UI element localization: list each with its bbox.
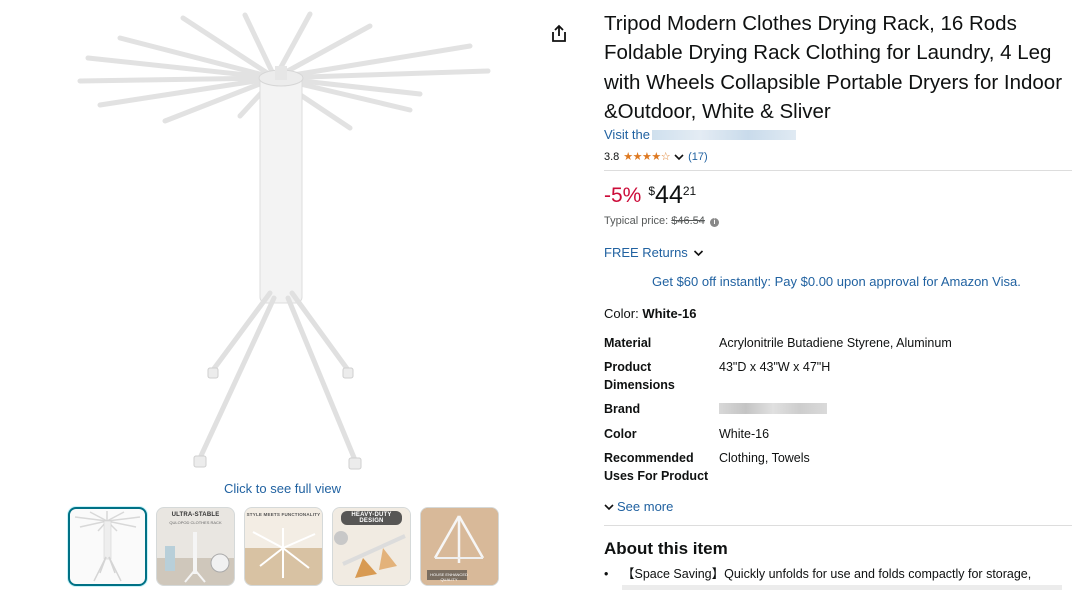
clipped-spec-row [604,489,804,495]
spec-row: Product Dimensions 43"D x 43"W x 47"H [604,360,831,392]
chevron-down-icon [604,504,614,511]
chevron-down-icon[interactable] [674,153,684,161]
spec-row: Color White-16 [604,427,770,441]
visa-promo-link[interactable]: Get $60 off instantly: Pay $0.00 upon ap… [652,274,1021,289]
thumbnail-image [74,511,141,582]
redacted-brand-name [719,403,827,414]
thumbnail-image [157,532,234,585]
media-gallery: Click to see full view ULTRA-STABLE QULO… [0,0,560,590]
free-returns-link[interactable]: FREE Returns [604,245,704,260]
rating-count[interactable]: (17) [688,151,708,163]
spec-row: Brand [604,400,1072,419]
typical-price: Typical price: $46.54 i [604,215,719,227]
thumbnail-1[interactable] [68,507,147,586]
chevron-down-icon [694,250,704,257]
price: $ 44 21 [648,181,697,209]
star-rating[interactable]: ★★★★☆ [623,150,670,163]
price-block: -5% $ 44 21 [604,181,696,209]
share-icon[interactable] [550,24,568,44]
about-this-item-heading: About this item [604,539,728,558]
thumbnail-5[interactable]: HOUSE ENHANCED QUALITY [420,507,499,586]
click-full-view-link[interactable]: Click to see full view [224,481,341,496]
thumbnail-4[interactable]: HEAVY-DUTY DESIGN [332,507,411,586]
see-more-link[interactable]: See more [604,499,673,514]
clipped-bullet-line [622,585,1062,590]
product-main-image[interactable] [70,8,500,476]
selected-color: Color: White-16 [604,306,697,321]
feature-bullet: • 【Space Saving】Quickly unfolds for use a… [604,567,1032,581]
spec-row: Material Acrylonitrile Butadiene Styrene… [604,336,952,350]
thumbnail-3[interactable]: STYLE MEETS FUNCTIONALITY [244,507,323,586]
discount-percent: -5% [604,184,642,207]
spec-row: Recommended Uses For Product Clothing, T… [604,451,810,483]
product-specs-table: Material Acrylonitrile Butadiene Styrene… [604,334,1072,491]
visit-store-link[interactable]: Visit the [604,127,797,142]
redacted-store-name [652,130,797,140]
divider [604,170,1072,171]
thumbnail-strip: ULTRA-STABLE QULOPOD CLOTHES RACK STYLE … [68,507,499,586]
thumbnail-2[interactable]: ULTRA-STABLE QULOPOD CLOTHES RACK [156,507,235,586]
divider [604,525,1072,526]
rating-value: 3.8 [604,150,620,163]
thumbnail-image [245,508,322,585]
product-title: Tripod Modern Clothes Drying Rack, 16 Ro… [604,12,1063,123]
rating-row: 3.8 ★★★★☆ (17) [604,150,708,164]
info-icon[interactable]: i [709,218,719,227]
